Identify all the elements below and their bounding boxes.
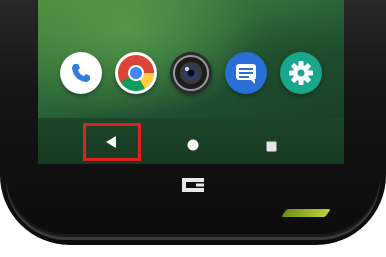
chrome-app-icon[interactable] — [115, 52, 157, 94]
crosscall-logo-icon — [178, 176, 208, 194]
messages-app-icon[interactable] — [225, 52, 267, 94]
home-button[interactable] — [187, 136, 199, 155]
settings-app-icon[interactable] — [280, 52, 322, 94]
app-dock — [58, 52, 328, 98]
camera-icon — [173, 55, 209, 91]
phone-app-icon[interactable] — [60, 52, 102, 94]
camera-app-icon[interactable] — [170, 52, 212, 94]
messages-icon — [236, 64, 256, 84]
recents-square-icon — [266, 141, 277, 152]
phone-icon — [72, 64, 90, 82]
side-accent-stripe — [281, 209, 331, 217]
settings-icon — [289, 61, 313, 85]
back-button-highlight — [83, 123, 141, 161]
home-circle-icon — [187, 139, 199, 151]
recents-button[interactable] — [266, 137, 277, 156]
chrome-icon — [118, 55, 154, 92]
